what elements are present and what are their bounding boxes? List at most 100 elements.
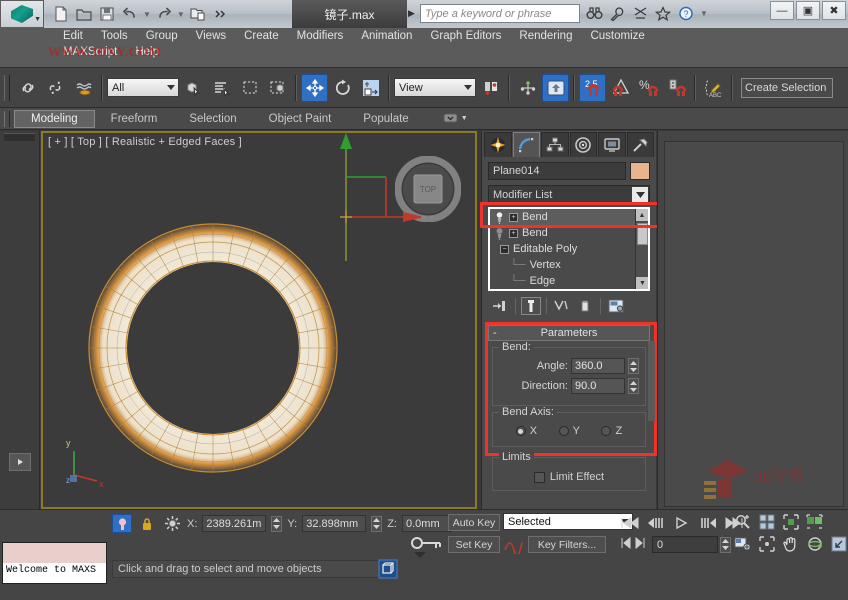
previous-frame-icon[interactable] xyxy=(646,514,666,532)
maximize-viewport-toggle-icon[interactable] xyxy=(829,535,848,553)
bend-axis-y[interactable]: Y xyxy=(559,425,580,437)
menu-maxscript[interactable]: MAXScript xyxy=(54,44,126,60)
stack-item-bend-second[interactable]: + Bend xyxy=(490,225,648,241)
scroll-up-button[interactable]: ▲ xyxy=(636,209,648,221)
save-file-button[interactable] xyxy=(96,3,118,25)
menu-views[interactable]: Views xyxy=(187,28,235,44)
current-frame-input[interactable]: 0 xyxy=(652,536,718,553)
undo-dropdown-icon[interactable]: ▼ xyxy=(142,10,152,19)
set-project-folder-button[interactable] xyxy=(187,3,209,25)
zoom-extents-all-icon[interactable] xyxy=(805,513,825,531)
show-end-result-icon[interactable] xyxy=(521,297,541,315)
play-animation-icon[interactable] xyxy=(672,514,692,532)
menu-create[interactable]: Create xyxy=(235,28,288,44)
object-name-input[interactable]: Plane014 xyxy=(488,162,626,180)
expand-plus-icon[interactable]: + xyxy=(509,213,518,222)
select-and-rotate-icon[interactable] xyxy=(329,74,356,102)
angle-input[interactable]: 360.0 xyxy=(571,358,625,374)
modify-tab[interactable] xyxy=(513,132,541,157)
move-gizmo[interactable] xyxy=(291,133,421,263)
edit-named-selection-sets-icon[interactable]: ABC xyxy=(700,74,727,102)
expand-plus-icon[interactable]: + xyxy=(509,229,518,238)
application-menu-button[interactable]: ▼ xyxy=(0,0,44,28)
radio-dot[interactable] xyxy=(601,426,611,436)
utilities-tab[interactable] xyxy=(627,132,655,157)
search-input[interactable]: Type a keyword or phrase xyxy=(420,4,580,23)
lock-icon[interactable] xyxy=(137,514,157,533)
ribbon-grip[interactable] xyxy=(4,111,10,127)
make-unique-icon[interactable] xyxy=(552,297,572,315)
limit-effect-checkbox[interactable] xyxy=(534,472,545,483)
left-toolbar-grip[interactable] xyxy=(4,133,35,141)
angle-snap-toggle-icon[interactable] xyxy=(607,74,634,102)
limit-effect-row[interactable]: Limit Effect xyxy=(499,471,639,483)
more-commands-button[interactable] xyxy=(210,3,232,25)
key-mode-button[interactable] xyxy=(620,536,646,553)
new-file-button[interactable] xyxy=(50,3,72,25)
next-frame-icon[interactable] xyxy=(698,514,718,532)
zoom-all-icon[interactable] xyxy=(757,513,777,531)
select-object-icon[interactable] xyxy=(180,74,207,102)
remove-modifier-icon[interactable] xyxy=(575,297,595,315)
direction-input[interactable]: 90.0 xyxy=(571,378,625,394)
title-overflow-icon[interactable]: ▶ xyxy=(408,8,415,19)
collapse-minus-icon[interactable]: - xyxy=(493,327,497,339)
scrollbar-thumb[interactable] xyxy=(637,223,648,245)
coord-x-spinner[interactable] xyxy=(271,516,282,532)
selection-level-dropdown[interactable]: Selected xyxy=(503,513,633,530)
pin-stack-icon[interactable] xyxy=(490,297,510,315)
motion-tab[interactable] xyxy=(570,132,598,157)
tab-object-paint[interactable]: Object Paint xyxy=(253,111,348,127)
stack-scrollbar[interactable]: ▲ ▼ xyxy=(635,209,648,289)
keyboard-shortcut-override-icon[interactable] xyxy=(542,74,569,102)
go-to-start-icon[interactable] xyxy=(620,514,640,532)
spinner-snap-toggle-icon[interactable] xyxy=(663,74,690,102)
display-tab[interactable] xyxy=(598,132,626,157)
direction-spinner[interactable] xyxy=(628,378,639,394)
maxscript-listener[interactable]: Welcome to MAXS xyxy=(2,542,107,584)
stack-subitem-vertex[interactable]: └─ Vertex xyxy=(490,257,648,273)
viewport-top[interactable]: [ + ] [ Top ] [ Realistic + Edged Faces … xyxy=(41,131,477,509)
object-color-swatch[interactable] xyxy=(630,162,650,180)
stack-item-bend-top[interactable]: + Bend xyxy=(490,209,648,225)
region-zoom-icon[interactable] xyxy=(757,535,777,553)
coord-x-input[interactable]: 2389.261m xyxy=(202,515,266,532)
coord-z-input[interactable]: 0.0mm xyxy=(402,515,452,532)
wrench-icon[interactable] xyxy=(607,3,627,23)
menu-modifiers[interactable]: Modifiers xyxy=(288,28,353,44)
menu-help[interactable]: Help xyxy=(126,44,168,60)
select-and-link-icon[interactable] xyxy=(14,74,41,102)
menu-animation[interactable]: Animation xyxy=(352,28,421,44)
isolate-selection-icon[interactable] xyxy=(162,514,182,533)
unlink-selection-icon[interactable] xyxy=(42,74,69,102)
select-and-move-icon[interactable] xyxy=(301,74,328,102)
listener-macro-recorder-pane[interactable] xyxy=(3,543,106,563)
pan-view-icon[interactable] xyxy=(781,535,801,553)
open-file-button[interactable] xyxy=(73,3,95,25)
menu-edit[interactable]: Edit xyxy=(54,28,92,44)
orbit-icon[interactable] xyxy=(805,535,825,553)
reference-coordinate-system-dropdown[interactable]: View xyxy=(394,78,476,97)
parameters-rollout-header[interactable]: - Parameters xyxy=(488,325,650,341)
auto-key-button[interactable]: Auto Key xyxy=(448,514,500,531)
viewport-label[interactable]: [ + ] [ Top ] [ Realistic + Edged Faces … xyxy=(48,136,242,148)
help-dropdown-icon[interactable]: ▼ xyxy=(699,9,709,18)
command-panel-scrollbar[interactable] xyxy=(648,341,655,421)
window-crossing-icon[interactable] xyxy=(264,74,291,102)
modifier-stack[interactable]: + Bend + Bend − Editable Poly └─ Vertex xyxy=(488,207,650,291)
listener-output-pane[interactable]: Welcome to MAXS xyxy=(3,563,106,583)
current-frame-spinner[interactable] xyxy=(720,537,731,553)
tab-populate[interactable]: Populate xyxy=(347,111,424,127)
select-and-manipulate-icon[interactable] xyxy=(514,74,541,102)
minimize-button[interactable]: — xyxy=(770,1,794,20)
search-binoculars-icon[interactable] xyxy=(584,3,604,23)
select-and-scale-icon[interactable] xyxy=(357,74,384,102)
menu-graph-editors[interactable]: Graph Editors xyxy=(421,28,510,44)
key-filters-button[interactable]: Key Filters... xyxy=(528,536,606,553)
angle-spinner[interactable] xyxy=(628,358,639,374)
rectangular-selection-region-icon[interactable] xyxy=(236,74,263,102)
configure-modifier-sets-icon[interactable] xyxy=(606,297,626,315)
snaps-toggle-icon[interactable]: 2.5 xyxy=(579,74,606,102)
expand-left-toolbar-button[interactable] xyxy=(9,453,31,471)
favorites-star-icon[interactable] xyxy=(653,3,673,23)
